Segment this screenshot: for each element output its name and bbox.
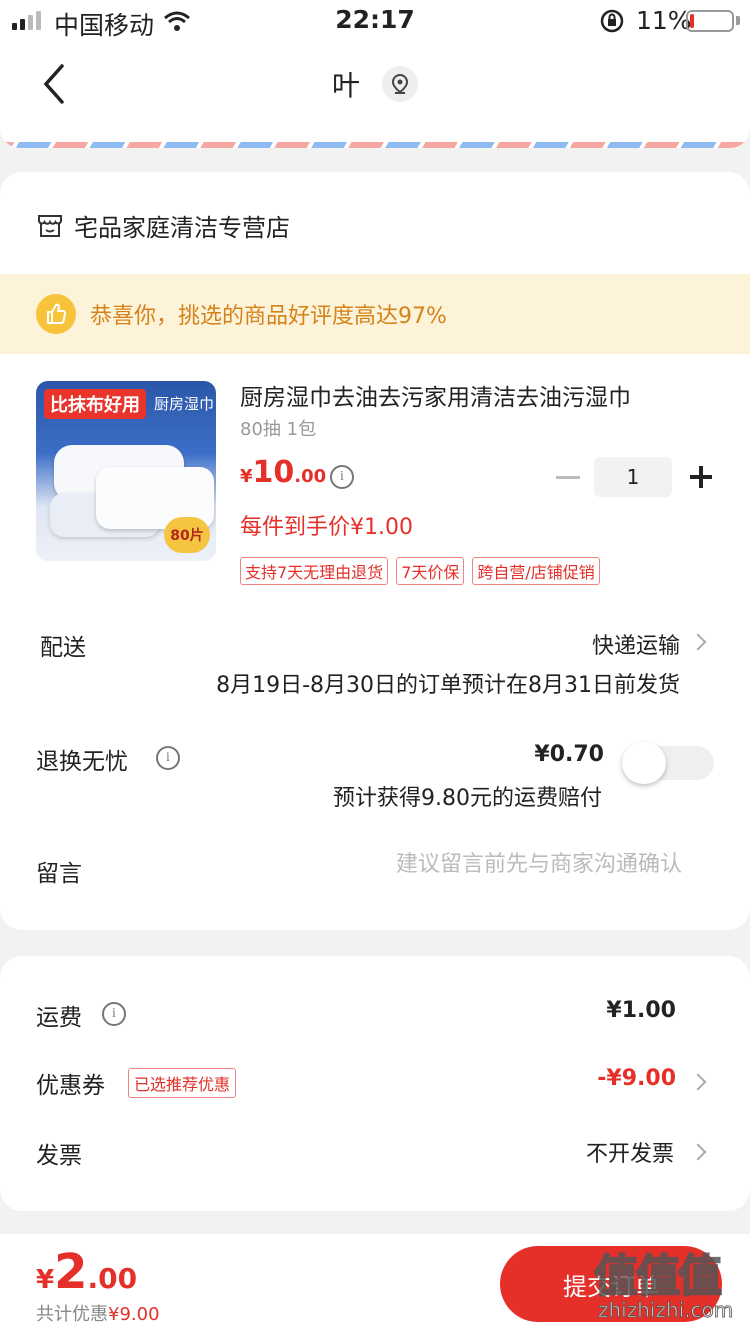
chevron-left-icon[interactable] [36, 62, 76, 106]
service-tags: 支持7天无理由退货 7天价保 跨自营/店铺促销 [240, 557, 600, 585]
battery-icon [686, 10, 734, 32]
minus-icon[interactable] [556, 475, 580, 479]
total-symbol: ¥ [36, 1265, 55, 1295]
service-tag: 支持7天无理由退货 [240, 557, 389, 585]
page-title: 叶 [332, 69, 361, 102]
rating-banner: 恭喜你，挑选的商品好评度高达97% [0, 274, 750, 354]
return-insurance-price: ¥0.70 [534, 742, 604, 767]
orientation-lock-icon [600, 9, 624, 33]
shipping-fee: ¥1.00 [606, 998, 676, 1023]
address-strip [0, 126, 750, 148]
watermark-logo: 值值值 zhizhizhi.com [593, 1240, 744, 1330]
thumb-count-badge: 80片 [164, 517, 210, 553]
invoice-value[interactable]: 不开发票 [586, 1136, 674, 1168]
shop-name: 宅品家庭清洁专营店 [74, 214, 290, 242]
price-integer: 10 [252, 455, 295, 490]
rating-text: 恭喜你，挑选的商品好评度高达97% [90, 304, 447, 329]
shop-header[interactable]: 宅品家庭清洁专营店 [36, 208, 290, 243]
location-pin-icon[interactable] [382, 66, 418, 102]
total-savings: 共计优惠¥9.00 [36, 1300, 160, 1326]
info-icon[interactable]: i [330, 465, 354, 489]
savings-label: 共计优惠 [36, 1304, 108, 1325]
unit-price: 每件到手价¥1.00 [240, 515, 413, 540]
watermark-text: 值值值 [593, 1250, 723, 1303]
service-tag: 跨自营/店铺促销 [472, 557, 600, 585]
quantity-stepper: 1 [556, 457, 712, 497]
airmail-border [0, 142, 750, 148]
total-integer: 2 [54, 1244, 88, 1300]
coupon-tag: 已选推荐优惠 [128, 1068, 237, 1098]
total-decimal: .00 [87, 1262, 138, 1295]
price-symbol: ¥ [240, 466, 253, 487]
message-label: 留言 [36, 861, 82, 887]
return-insurance-toggle[interactable] [622, 742, 714, 784]
thumb-badge: 比抹布好用 [44, 389, 146, 419]
order-card: 宅品家庭清洁专营店 恭喜你，挑选的商品好评度高达97% 比抹布好用 厨房湿巾 8… [0, 172, 750, 930]
shipping-label: 运费 [36, 1005, 82, 1031]
thumb-title: 厨房湿巾 [154, 395, 215, 413]
chevron-right-icon[interactable] [689, 633, 707, 651]
plus-icon[interactable] [690, 466, 712, 488]
toggle-knob [622, 742, 666, 784]
coupon-label: 优惠券 [36, 1073, 105, 1099]
battery-tip [736, 16, 740, 25]
status-bar: 中国移动 22:17 11% [0, 0, 750, 42]
delivery-note: 8月19日-8月30日的订单预计在8月31日前发货 [216, 673, 680, 698]
nav-bar: 叶 [0, 42, 750, 126]
price-decimal: .00 [294, 466, 327, 487]
chevron-right-icon[interactable] [689, 1073, 707, 1091]
return-insurance-label: 退换无忧 [36, 749, 128, 775]
total-price: ¥ 2 .00 [36, 1244, 137, 1300]
product-title[interactable]: 厨房湿巾去油去污家用清洁去油污湿巾 [240, 378, 700, 412]
return-insurance-note: 预计获得9.80元的运费赔付 [333, 786, 602, 811]
watermark-url: zhizhizhi.com [597, 1298, 734, 1323]
invoice-label: 发票 [36, 1143, 82, 1169]
chevron-right-icon[interactable] [689, 1143, 707, 1161]
product-spec: 80抽 1包 [240, 419, 317, 440]
product-image[interactable]: 比抹布好用 厨房湿巾 80片 [36, 381, 216, 561]
battery-percent: 11% [636, 6, 692, 35]
fees-card: 运费 i ¥1.00 优惠券 已选推荐优惠 -¥9.00 发票 不开发票 [0, 956, 750, 1211]
delivery-label: 配送 [40, 635, 86, 661]
coupon-discount[interactable]: -¥9.00 [597, 1066, 676, 1091]
thumbs-up-icon [36, 294, 76, 334]
delivery-method[interactable]: 快递运输 [592, 628, 680, 660]
service-tag: 7天价保 [396, 557, 465, 585]
shop-icon [38, 214, 62, 237]
message-input[interactable] [300, 852, 682, 877]
info-icon[interactable]: i [102, 1002, 126, 1026]
savings-value: ¥9.00 [108, 1304, 160, 1325]
info-icon[interactable]: i [156, 746, 180, 770]
product-price: ¥ 10 .00 [240, 455, 326, 490]
quantity-value[interactable]: 1 [594, 457, 672, 497]
